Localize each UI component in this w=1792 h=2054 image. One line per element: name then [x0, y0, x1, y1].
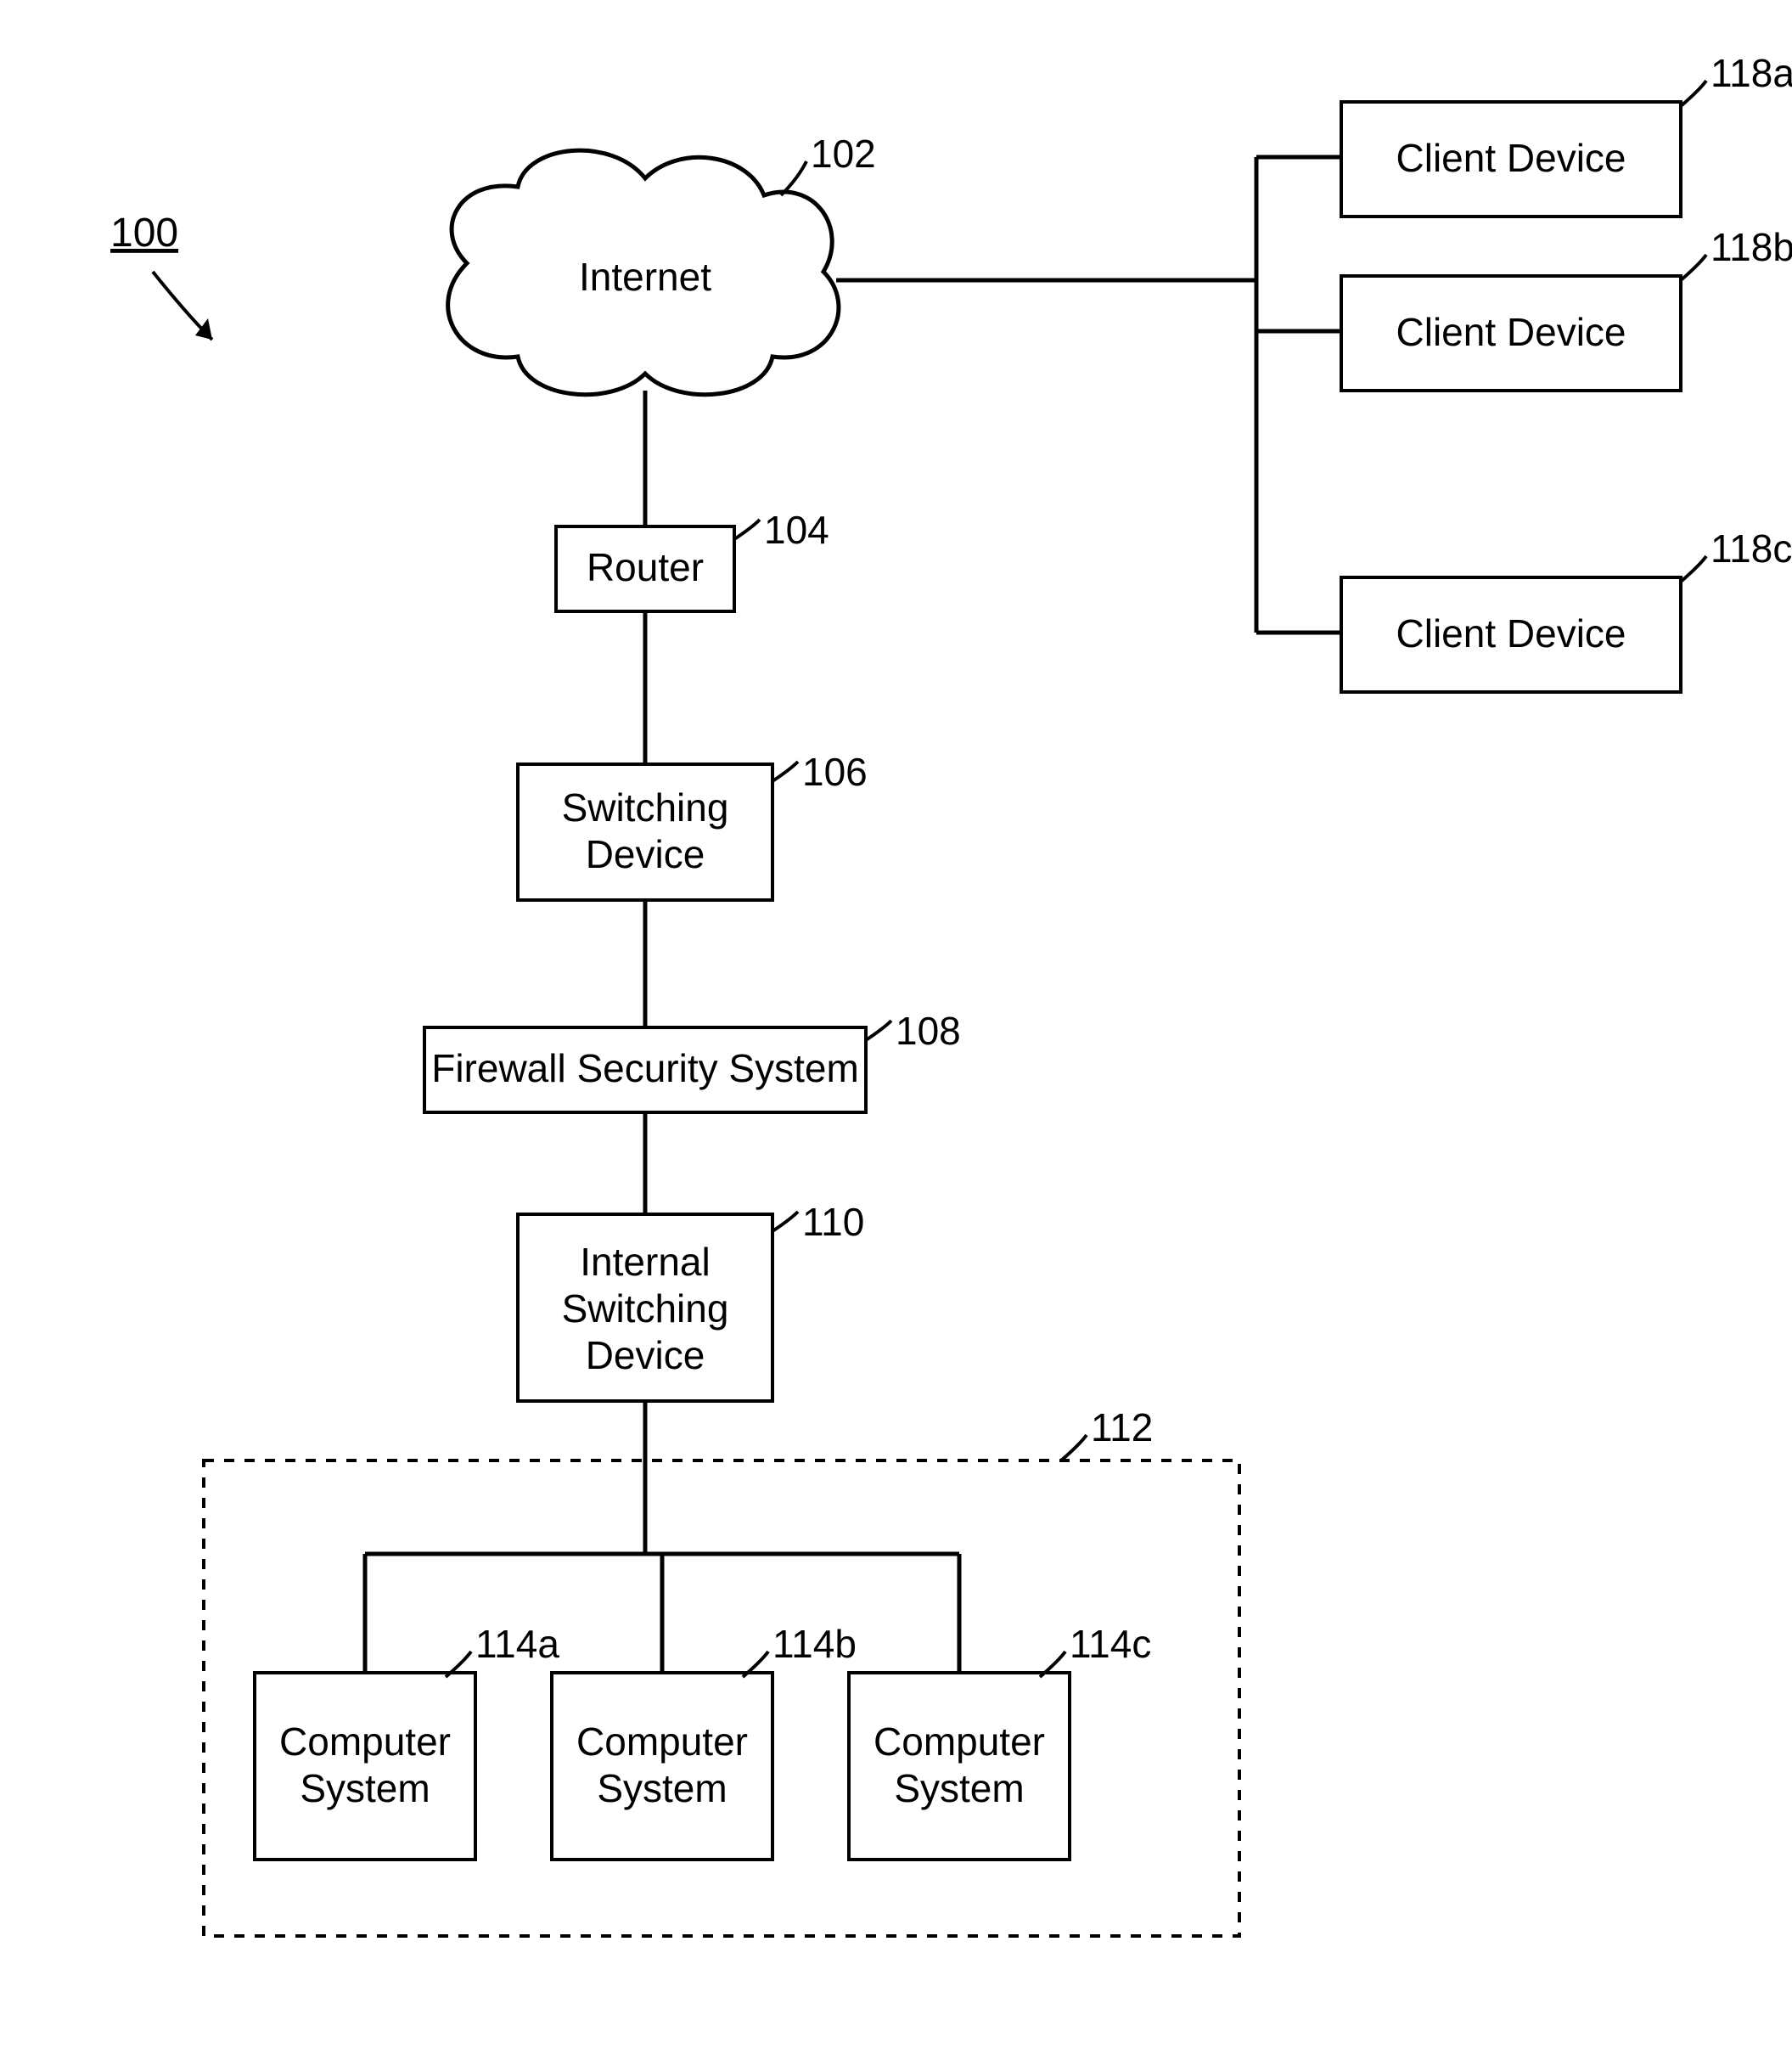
comp-c-label1: Computer	[874, 1719, 1045, 1764]
ref-112-leader	[1061, 1435, 1087, 1460]
switching-label1: Switching	[562, 785, 729, 830]
ref-114c: 114c	[1070, 1622, 1151, 1666]
ref-118a: 118a	[1711, 51, 1792, 95]
ref-102: 102	[811, 132, 876, 176]
ref-112: 112	[1091, 1405, 1153, 1449]
router-label: Router	[587, 545, 704, 589]
client-a-label: Client Device	[1396, 136, 1626, 180]
ref-118b: 118b	[1711, 225, 1792, 269]
ref-118c: 118c	[1711, 526, 1792, 571]
firewall-label: Firewall Security System	[431, 1046, 859, 1090]
intswitch-label2: Switching	[562, 1286, 729, 1331]
intswitch-label1: Internal	[580, 1240, 710, 1284]
ref-118b-leader	[1681, 255, 1706, 280]
ref-106: 106	[802, 750, 868, 794]
firewall-box: Firewall Security System	[424, 1027, 866, 1112]
ref-110-leader	[772, 1212, 798, 1231]
client-device-a: Client Device	[1341, 102, 1681, 217]
client-b-label: Client Device	[1396, 310, 1626, 354]
computer-system-b: Computer System	[552, 1673, 772, 1860]
switching-device-box: Switching Device	[518, 764, 772, 900]
comp-a-label1: Computer	[279, 1719, 451, 1764]
client-device-c: Client Device	[1341, 577, 1681, 692]
internet-label: Internet	[579, 255, 711, 299]
ref-114b: 114b	[772, 1622, 857, 1666]
internet-cloud: Internet	[448, 150, 839, 395]
intswitch-label3: Device	[586, 1333, 705, 1377]
ref-110: 110	[802, 1200, 864, 1244]
ref-104-leader	[734, 520, 760, 539]
ref-102-leader	[781, 161, 806, 195]
comp-c-label2: System	[894, 1766, 1024, 1810]
figure-ref-arrowhead	[195, 318, 212, 340]
ref-108: 108	[896, 1009, 961, 1053]
comp-a-label2: System	[300, 1766, 430, 1810]
ref-104: 104	[764, 508, 829, 552]
ref-118c-leader	[1681, 556, 1706, 582]
router-box: Router	[556, 526, 734, 611]
comp-b-label1: Computer	[576, 1719, 748, 1764]
computer-system-a: Computer System	[255, 1673, 475, 1860]
switching-label2: Device	[586, 832, 705, 876]
comp-b-label2: System	[597, 1766, 727, 1810]
ref-118a-leader	[1681, 81, 1706, 106]
ref-114a: 114a	[475, 1622, 559, 1666]
client-c-label: Client Device	[1396, 611, 1626, 656]
ref-108-leader	[866, 1021, 891, 1040]
computer-system-c: Computer System	[849, 1673, 1070, 1860]
figure-ref: 100	[110, 211, 178, 256]
client-device-b: Client Device	[1341, 276, 1681, 391]
ref-106-leader	[772, 762, 798, 781]
internal-switching-box: Internal Switching Device	[518, 1214, 772, 1401]
